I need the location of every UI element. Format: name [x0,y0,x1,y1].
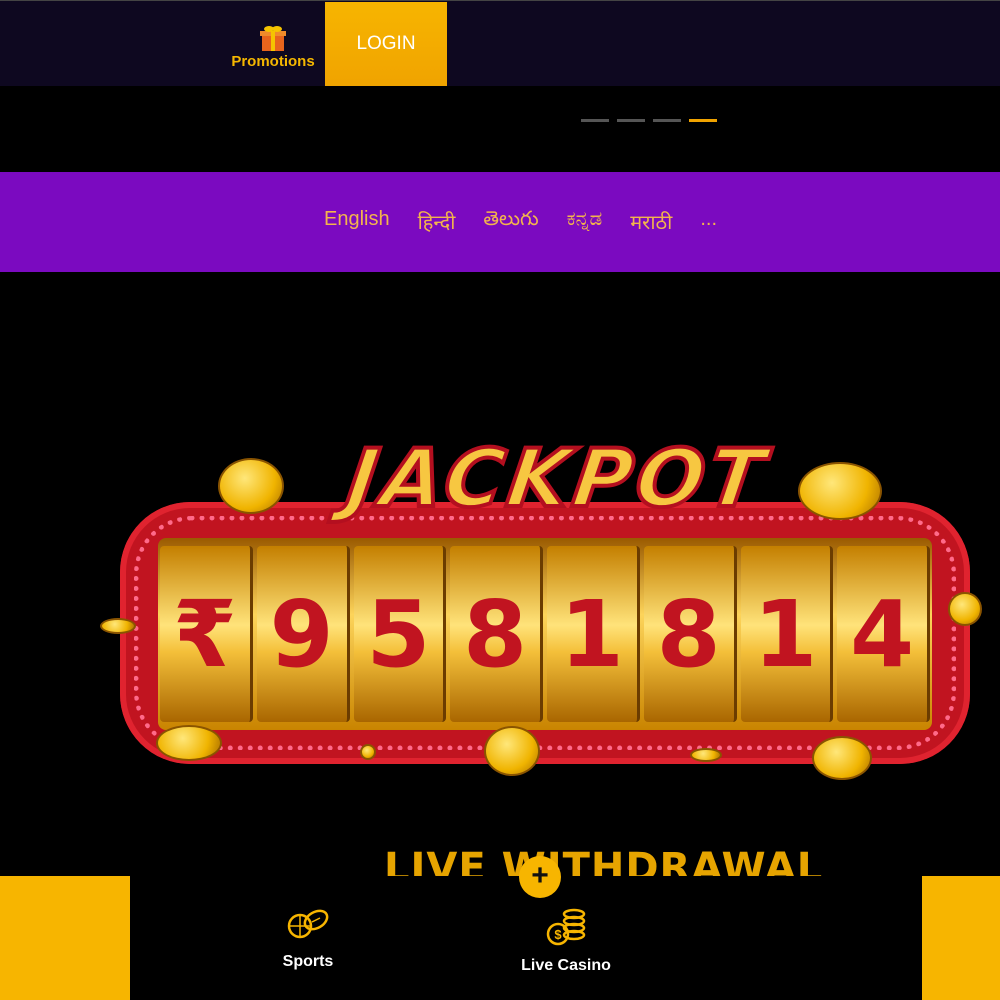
language-bar: English हिन्दी తెలుగు ಕನ್ನಡ मराठी ... [0,172,1000,272]
jackpot-digit: 1 [559,580,624,688]
coin-icon [948,592,982,626]
bottom-navigation: + Sports $ Live Casino [0,856,1000,1000]
nav-live-casino[interactable]: $ Live Casino [514,906,618,975]
carousel-dot[interactable] [653,119,681,122]
jackpot-reel: 8 [643,546,737,722]
coin-icon [484,726,540,776]
jackpot-digit: ₹ [172,580,237,688]
coin-icon [690,748,722,762]
jackpot-reel: 8 [450,546,543,722]
coin-icon [100,618,136,634]
sports-balls-icon [287,909,329,939]
language-hindi[interactable]: हिन्दी [418,208,456,235]
jackpot-digit: 5 [366,580,431,688]
promotions-label: Promotions [231,53,315,70]
jackpot-reel: 1 [547,546,640,722]
jackpot-digit: 4 [850,580,915,688]
jackpot-digit: 8 [656,580,721,688]
plus-button[interactable]: + [519,856,561,898]
jackpot-reel: 9 [256,546,350,722]
language-marathi[interactable]: मराठी [630,208,672,235]
jackpot-reel: 4 [837,546,930,722]
bottom-nav-right-accent [922,876,1000,1000]
nav-live-casino-label: Live Casino [521,957,611,974]
top-bar: Promotions LOGIN [0,0,1000,87]
jackpot-title: JACKPOT [339,430,775,527]
jackpot-reel: ₹ [160,546,253,722]
live-withdrawal-heading: LIVE WITHDRAWAL [384,845,824,877]
coin-icon [360,744,376,760]
language-kannada[interactable]: ಕನ್ನಡ [567,208,603,235]
nav-sports[interactable]: Sports [276,906,340,971]
nav-sports-label: Sports [282,953,334,970]
coin-icon [156,725,222,761]
carousel-indicators [581,119,717,122]
coin-stack-icon: $ [546,908,586,946]
coin-icon [218,458,284,514]
language-telugu[interactable]: తెలుగు [483,208,538,235]
svg-text:$: $ [554,927,562,942]
carousel-dot[interactable] [581,119,609,122]
coin-icon [798,462,882,520]
jackpot-banner: ₹ 9 5 8 1 8 1 4 JACKPOT [100,420,990,790]
carousel-dot[interactable] [617,119,645,122]
jackpot-reels: ₹ 9 5 8 1 8 1 4 [158,538,932,730]
login-button[interactable]: LOGIN [325,2,447,87]
language-list: English हिन्दी తెలుగు ಕನ್ನಡ मराठी ... [324,208,745,235]
gift-icon [260,26,286,51]
language-english[interactable]: English [324,208,390,235]
jackpot-digit: 8 [463,580,528,688]
banner-carousel [0,86,1000,172]
jackpot-reel: 5 [353,546,447,722]
language-more[interactable]: ... [700,208,717,235]
jackpot-digit: 1 [753,580,818,688]
promotions-link[interactable]: Promotions [226,23,320,70]
coin-icon [812,736,872,780]
jackpot-digit: 9 [269,580,334,688]
carousel-dot-active[interactable] [689,119,717,122]
jackpot-reel: 1 [740,546,834,722]
